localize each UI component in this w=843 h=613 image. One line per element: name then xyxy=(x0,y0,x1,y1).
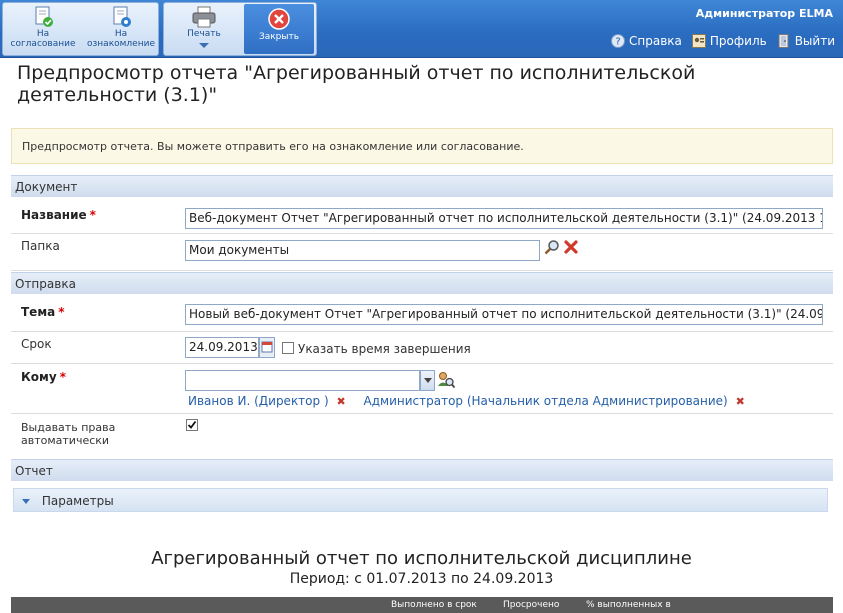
send-for-approval-label: На согласование xyxy=(10,29,76,49)
subject-label-text: Тема xyxy=(21,305,56,319)
logout-link-label: Выйти xyxy=(794,34,835,48)
folder-label: Папка xyxy=(21,239,60,253)
end-time-checkbox[interactable] xyxy=(282,342,294,354)
doc-acquaint-icon xyxy=(113,6,131,27)
help-link-label: Справка xyxy=(629,34,682,48)
to-label-text: Кому xyxy=(21,370,57,384)
print-dropdown-arrow-icon[interactable] xyxy=(199,43,209,48)
search-icon[interactable] xyxy=(544,239,560,255)
profile-link-label: Профиль xyxy=(709,34,767,48)
toolbar-group-send: На согласование На ознакомление xyxy=(2,2,159,56)
help-link[interactable]: ? Справка xyxy=(611,34,682,48)
auto-rights-label: Выдавать права автоматически xyxy=(21,421,116,447)
row-recipients: Кому * Иванов И. (Директор ) ✖ Администра… xyxy=(11,364,833,414)
send-for-acquaintance-label: На ознакомление xyxy=(87,29,155,49)
remove-recipient-icon[interactable]: ✖ xyxy=(336,395,345,408)
row-folder: Папка Мои документы xyxy=(11,234,833,271)
name-input[interactable]: Веб-документ Отчет "Агрегированный отчет… xyxy=(185,208,823,229)
row-name: Название * Веб-документ Отчет "Агрегирова… xyxy=(11,197,833,234)
to-label: Кому * xyxy=(21,370,66,384)
report-table-header: Выполнено в срок Просрочено % выполненны… xyxy=(11,597,833,613)
printer-icon xyxy=(192,6,216,28)
parameters-panel-toggle[interactable]: Параметры xyxy=(13,488,828,512)
end-time-label[interactable]: Указать время завершения xyxy=(298,342,471,356)
column-header: Выполнено в срок xyxy=(391,600,477,610)
column-header: % выполненных в xyxy=(586,600,671,610)
profile-link[interactable]: Профиль xyxy=(691,34,767,48)
row-deadline: Срок 24.09.2013 Указать время завершения xyxy=(11,332,833,364)
name-label-text: Название xyxy=(21,208,87,222)
recipient-list: Иванов И. (Директор ) ✖ Администратор (Н… xyxy=(188,394,745,408)
required-marker: * xyxy=(59,370,66,384)
close-button[interactable]: Закрыть xyxy=(244,4,314,54)
column-header: Просрочено xyxy=(503,600,560,610)
subject-input[interactable]: Новый веб-документ Отчет "Агрегированный… xyxy=(185,304,823,325)
deadline-input[interactable]: 24.09.2013 xyxy=(185,337,259,358)
close-label: Закрыть xyxy=(258,32,300,42)
logout-link[interactable]: Выйти xyxy=(777,34,835,48)
required-marker: * xyxy=(89,208,96,222)
close-circle-icon xyxy=(268,8,290,30)
subject-label: Тема * xyxy=(21,305,65,319)
recipient-link[interactable]: Администратор (Начальник отдела Админист… xyxy=(364,394,728,408)
remove-recipient-icon[interactable]: ✖ xyxy=(736,395,745,408)
row-auto-rights: Выдавать права автоматически xyxy=(11,414,833,454)
send-for-acquaintance-button[interactable]: На ознакомление xyxy=(83,3,159,55)
chevron-down-icon xyxy=(423,378,432,383)
recipient-link[interactable]: Иванов И. (Директор ) xyxy=(188,394,329,408)
checkmark-icon xyxy=(187,420,197,429)
row-subject: Тема * Новый веб-документ Отчет "Агрегиро… xyxy=(11,294,833,332)
section-document: Документ xyxy=(11,175,833,197)
doc-approve-icon xyxy=(35,6,53,27)
clear-folder-icon[interactable] xyxy=(563,239,579,255)
section-sending: Отправка xyxy=(11,272,833,294)
calendar-icon[interactable] xyxy=(259,337,275,358)
expand-triangle-icon xyxy=(22,499,30,504)
exit-door-icon xyxy=(778,34,789,48)
print-button[interactable]: Печать xyxy=(168,3,240,55)
report-period: Период: с 01.07.2013 по 24.09.2013 xyxy=(289,571,554,587)
name-label: Название * xyxy=(21,208,96,222)
section-report: Отчет xyxy=(11,459,833,481)
folder-input[interactable]: Мои документы xyxy=(185,240,540,261)
required-marker: * xyxy=(58,305,65,319)
parameters-label: Параметры xyxy=(41,494,114,508)
select-users-icon[interactable] xyxy=(437,371,455,389)
recipients-dropdown-button[interactable] xyxy=(420,370,435,391)
toolbar-group-actions: Печать Закрыть xyxy=(163,2,317,56)
help-icon: ? xyxy=(611,34,626,48)
header-links: ? Справка Профиль Выйти xyxy=(611,34,835,48)
svg-text:?: ? xyxy=(615,37,620,48)
profile-icon xyxy=(691,34,706,48)
page-title: Предпросмотр отчета "Агрегированный отче… xyxy=(17,62,696,106)
current-user[interactable]: Администратор ELMA xyxy=(696,7,833,20)
recipients-combobox[interactable] xyxy=(185,370,420,391)
top-toolbar: На согласование На ознакомление Печать З… xyxy=(0,0,843,58)
auto-rights-checkbox[interactable] xyxy=(186,419,198,431)
report-title: Агрегированный отчет по исполнительской … xyxy=(151,548,692,569)
deadline-label: Срок xyxy=(21,337,52,351)
send-for-approval-button[interactable]: На согласование xyxy=(5,3,81,55)
print-label: Печать xyxy=(187,29,221,39)
preview-notice: Предпросмотр отчета. Вы можете отправить… xyxy=(11,128,833,164)
